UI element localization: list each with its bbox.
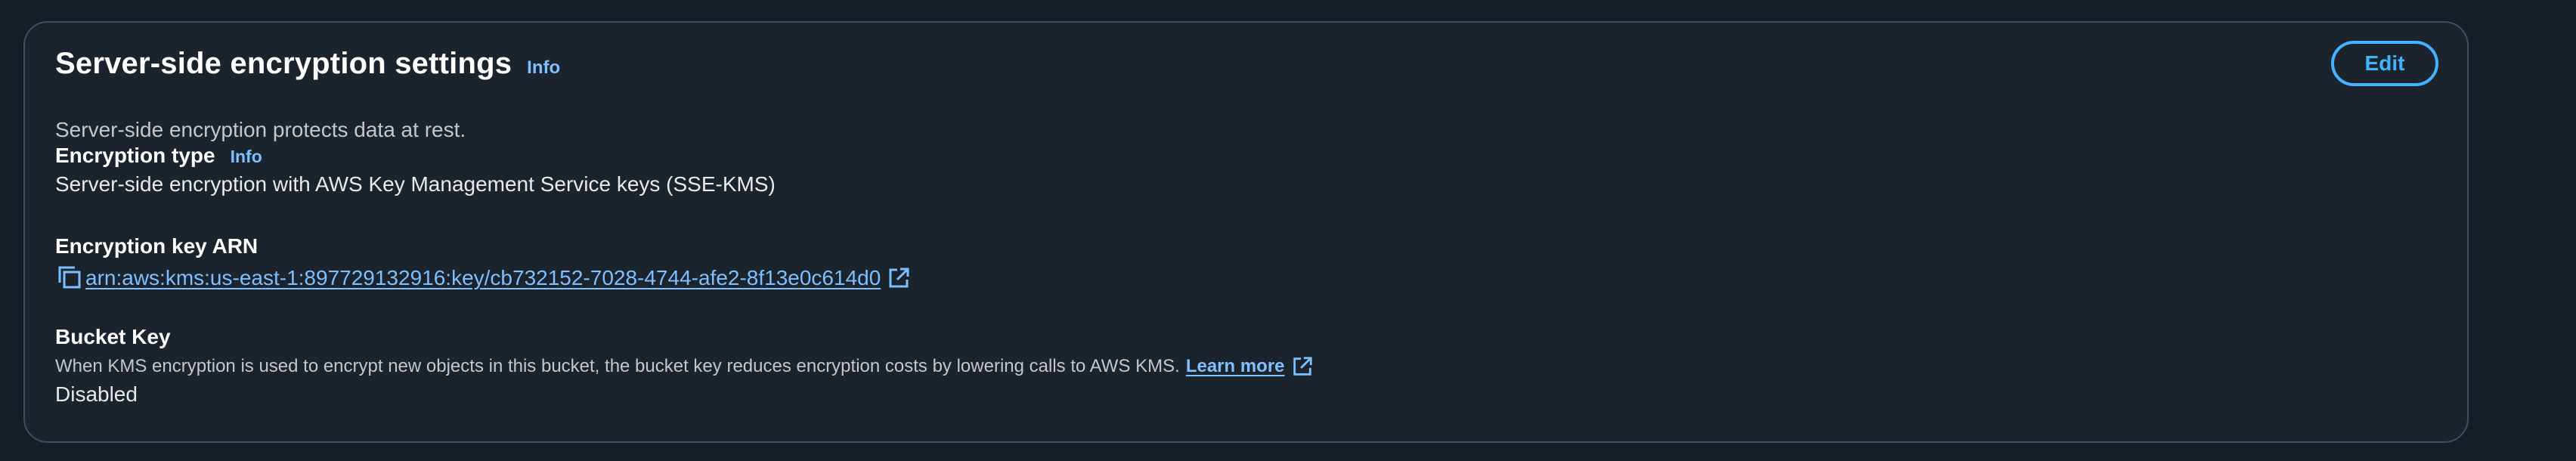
bucket-key-hint-text: When KMS encryption is used to encrypt n…: [55, 356, 1180, 376]
external-link-icon[interactable]: [887, 266, 911, 290]
bucket-key-label: Bucket Key: [55, 325, 171, 348]
learn-more-link[interactable]: Learn more: [1186, 356, 1285, 377]
panel-description: Server-side encryption protects data at …: [55, 118, 466, 141]
bucket-key-field: Bucket Key When KMS encryption is used t…: [55, 325, 1314, 407]
encryption-key-label: Encryption key ARN: [55, 234, 259, 258]
encryption-key-field: Encryption key ARN arn:aws:kms:us-east-1…: [55, 234, 911, 293]
encryption-type-info-link[interactable]: Info: [231, 147, 262, 167]
panel-title: Server-side encryption settings: [55, 47, 512, 80]
encryption-key-arn-link[interactable]: arn:aws:kms:us-east-1:897729132916:key/c…: [85, 266, 881, 290]
learn-more-external-icon[interactable]: [1291, 355, 1314, 378]
encryption-type-value: Server-side encryption with AWS Key Mana…: [55, 172, 776, 196]
encryption-type-field: Encryption type Info Server-side encrypt…: [55, 144, 776, 196]
encryption-key-arn-row: arn:aws:kms:us-east-1:897729132916:key/c…: [55, 263, 911, 293]
copy-icon[interactable]: [55, 263, 85, 293]
bucket-key-hint: When KMS encryption is used to encrypt n…: [55, 355, 1314, 378]
encryption-settings-panel: Server-side encryption settings Info Ser…: [23, 21, 2469, 443]
panel-header: Server-side encryption settings Info: [55, 47, 560, 81]
edit-button[interactable]: Edit: [2331, 41, 2438, 86]
info-link[interactable]: Info: [527, 57, 560, 79]
bucket-key-value: Disabled: [55, 382, 138, 406]
encryption-type-label: Encryption type: [55, 144, 215, 167]
